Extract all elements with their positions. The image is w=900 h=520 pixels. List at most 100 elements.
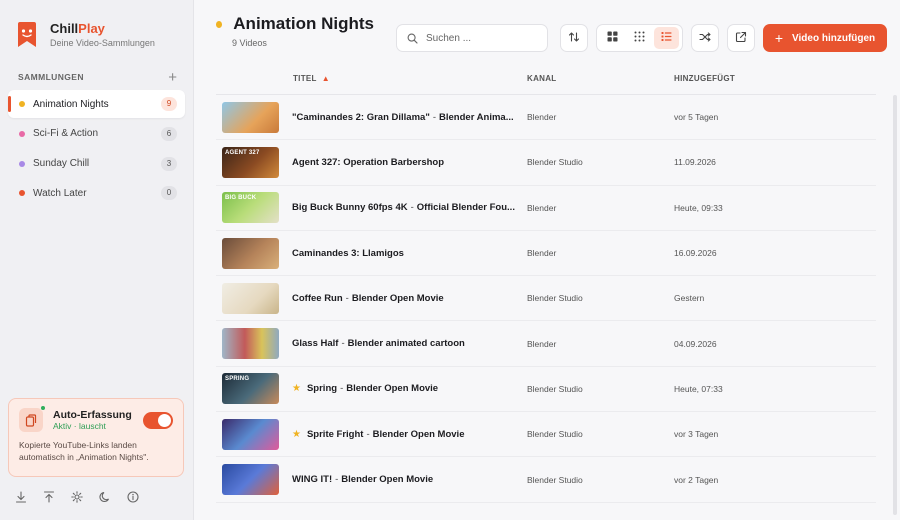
live-indicator [40,405,46,411]
row-channel: Blender [527,338,557,349]
sidebar-item-collection[interactable]: Sunday Chill 3 [8,150,185,178]
collection-dot [19,160,25,167]
grid-small-view-button[interactable] [627,27,652,49]
video-thumbnail[interactable] [222,464,279,496]
row-title-cell: Big Buck Bunny 60fps 4K - Official Blender… [292,202,526,213]
title-separator: - [340,383,344,395]
list-view-button[interactable] [654,27,679,49]
moon-icon[interactable] [98,490,112,504]
add-collection-icon[interactable]: + [168,70,177,85]
collection-count-badge: 3 [161,156,177,171]
row-channel: Blender [527,202,557,213]
collection-dot [19,130,25,137]
table-row[interactable]: Glass Half - Blender animated cartoon Blend… [216,321,876,367]
video-title: Spring [306,383,338,395]
collection-dot [19,101,25,107]
table-row[interactable]: ★ Sprite Fright - Blender Open Movie Blender… [216,412,876,458]
video-title-rest: Blender Open Movie [351,292,444,304]
info-icon[interactable] [126,490,140,504]
row-added-date: 04.09.2026 [674,338,717,349]
video-thumbnail[interactable] [222,418,279,450]
auto-capture-title: Auto-Erfassung [53,408,132,421]
clipboard-icon [19,405,46,432]
collection-label: Sunday Chill [33,158,90,170]
video-thumbnail[interactable]: BIG BUCK [222,192,279,224]
app-window: ChillPlay Deine Video-Sammlungen SAMMLUN… [0,0,900,520]
collection-label: Animation Nights [33,98,109,110]
video-title-rest: Blender Open Movie [372,428,465,440]
star-icon[interactable]: ★ [292,429,301,440]
video-thumbnail[interactable]: SPRING [222,373,279,405]
video-count: 9 Videos [232,38,267,48]
auto-capture-toggle[interactable] [143,411,173,429]
row-title-cell: Caminandes 3: Llamigos [292,248,526,259]
video-title: Agent 327: Operation Barbershop [292,156,445,168]
column-header-channel[interactable]: KANAL [526,74,674,83]
table-row[interactable]: Caminandes 3: Llamigos Blender 16.09.2026 [216,231,876,277]
collection-color-dot [216,20,223,28]
row-title-cell: WING IT! - Blender Open Movie [292,474,526,485]
settings-icon[interactable] [70,490,84,504]
search-input[interactable] [426,32,526,44]
auto-capture-status: Aktiv · lauscht [53,421,106,432]
upload-icon[interactable] [42,490,56,504]
video-thumbnail[interactable] [222,328,279,360]
column-header-title[interactable]: TITEL ▲ [216,74,526,83]
video-title: Glass Half [292,338,339,350]
video-thumbnail[interactable] [222,237,279,269]
column-header-added[interactable]: HINZUGEFÜGT [674,74,876,83]
open-external-button[interactable] [727,24,755,52]
table-row[interactable]: AGENT 327 Agent 327: Operation Barbershop… [216,140,876,186]
video-title: Caminandes 3: Llamigos [292,247,404,259]
sidebar-item-collection[interactable]: Animation Nights 9 [8,90,185,118]
collection-list: Animation Nights 9 Sci-Fi & Action 6 Sunday … [0,88,193,207]
table-row[interactable]: "Caminandes 2: Gran Dillama" - Blender Ani… [216,95,876,141]
brand-name: ChillPlay [50,20,105,36]
video-thumbnail[interactable] [222,101,279,133]
video-thumbnail[interactable] [222,282,279,314]
row-title-cell: Coffee Run - Blender Open Movie [292,293,526,304]
grid-large-view-button[interactable] [600,27,625,49]
row-added-date: Gestern [674,293,705,304]
table-row[interactable]: WING IT! - Blender Open Movie Blender Studi… [216,457,876,503]
auto-capture-description: Kopierte YouTube-Links landen automatisc… [19,440,149,462]
thumbnail-text: BIG BUCK [225,195,257,202]
row-added-date: Heute, 07:33 [674,383,723,394]
sidebar-item-collection[interactable]: Sci-Fi & Action 6 [8,120,185,148]
title-separator: - [341,338,345,350]
download-icon[interactable] [14,490,28,504]
brand-subtitle: Deine Video-Sammlungen [50,37,155,48]
main-content: Animation Nights 9 Videos Suchen ... + V… [194,0,900,520]
row-title-cell: ★ Sprite Fright - Blender Open Movie [292,429,526,440]
row-title-cell: Agent 327: Operation Barbershop [292,157,526,168]
add-video-button[interactable]: + Video hinzufügen [763,24,887,52]
collection-count-badge: 9 [161,97,177,111]
video-title-rest: Official Blender Fou... [416,202,515,214]
table-row[interactable]: Coffee Run - Blender Open Movie Blender Stu… [216,276,876,322]
scrollbar[interactable] [893,95,897,515]
collection-count-badge: 6 [161,126,177,141]
shuffle-icon [699,31,711,46]
star-icon[interactable]: ★ [292,383,301,394]
auto-capture-card: Auto-Erfassung Aktiv · lauscht Kopierte … [8,398,184,477]
video-title: Big Buck Bunny 60fps 4K [292,202,408,214]
sort-ascending-icon: ▲ [321,73,330,83]
sidebar-footer [14,490,140,504]
title-separator: - [366,428,370,440]
row-channel: Blender [527,248,557,259]
table-row[interactable]: SPRING ★ Spring - Blender Open Movie Blender … [216,367,876,413]
collection-dot [19,190,25,197]
row-channel: Blender Studio [527,383,583,394]
video-thumbnail[interactable]: AGENT 327 [222,146,279,178]
table-row[interactable]: BIG BUCK Big Buck Bunny 60fps 4K - Official… [216,186,876,231]
sidebar-item-collection[interactable]: Watch Later 0 [8,179,185,207]
shuffle-button[interactable] [691,24,719,52]
row-channel: Blender Studio [527,157,583,168]
brand: ChillPlay Deine Video-Sammlungen [0,0,193,56]
video-title: Sprite Fright [306,428,364,440]
add-video-label: Video hinzufügen [792,32,876,44]
video-title-rest: Blender Open Movie [346,383,439,395]
sort-button[interactable] [560,24,588,52]
search-box[interactable] [396,24,548,52]
grid-small-icon [634,31,645,45]
